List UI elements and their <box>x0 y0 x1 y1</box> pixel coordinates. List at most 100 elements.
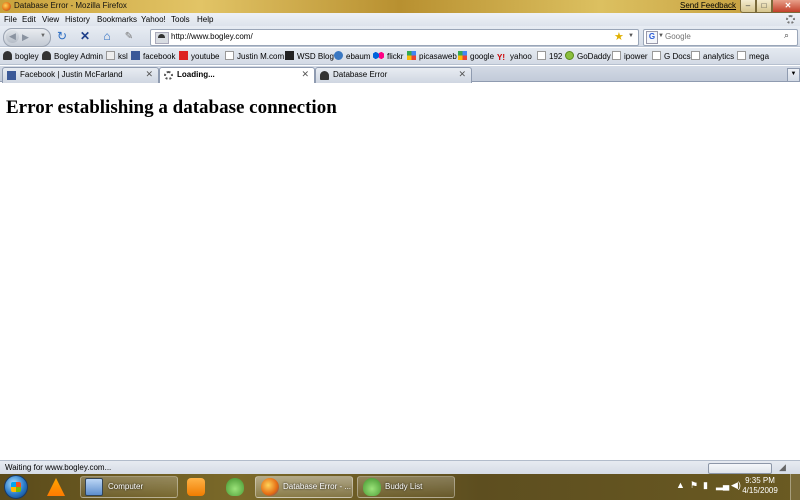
tab-facebook[interactable]: Facebook | Justin McFarland ✕ <box>2 67 159 83</box>
back-button[interactable]: ◀ <box>6 30 19 43</box>
facebook-icon <box>131 51 140 60</box>
tab-strip: Facebook | Justin McFarland ✕ Loading...… <box>0 66 800 84</box>
menu-yahoo[interactable]: Yahoo! <box>141 15 166 24</box>
bookmark-yahoo[interactable]: Y! yahoo <box>497 51 532 62</box>
history-dropdown-icon[interactable]: ▼ <box>40 33 46 39</box>
navigation-toolbar: ◀ ▶ ▼ ↻ ✕ ⌂ ✎ ★ ▼ G ▼ ⌕ <box>0 26 800 47</box>
bookmark-g-docs[interactable]: G Docs <box>652 51 691 62</box>
window-title: Database Error - Mozilla Firefox <box>14 1 127 10</box>
send-feedback-link[interactable]: Send Feedback <box>680 1 736 10</box>
bogley-icon <box>3 51 12 60</box>
minimize-button[interactable]: – <box>740 0 756 13</box>
show-hidden-icons[interactable]: ▲ <box>676 480 685 490</box>
bookmark-analytics[interactable]: analytics <box>691 51 734 62</box>
loading-throbber-icon <box>786 15 795 24</box>
bookmark-flickr[interactable]: flickr <box>373 51 403 62</box>
pidgin-icon <box>363 478 381 496</box>
url-input[interactable] <box>171 30 591 43</box>
firefox-icon <box>261 478 279 496</box>
search-input[interactable] <box>665 30 775 43</box>
taskbar-computer[interactable]: Computer <box>80 476 178 498</box>
tab-database-error[interactable]: Database Error ✕ <box>315 67 472 83</box>
close-tab-icon[interactable]: ✕ <box>301 69 309 80</box>
youtube-icon <box>179 51 188 60</box>
resize-grip-icon[interactable]: ◢ <box>779 462 786 473</box>
close-tab-icon[interactable]: ✕ <box>458 69 466 80</box>
page-icon <box>225 51 234 60</box>
menu-bookmarks[interactable]: Bookmarks <box>97 15 137 24</box>
menu-edit[interactable]: Edit <box>22 15 36 24</box>
pidgin-icon[interactable] <box>226 478 244 496</box>
clock-time: 9:35 PM <box>745 476 775 485</box>
bookmark-bogley[interactable]: bogley <box>3 51 39 62</box>
network-icon[interactable]: ▂▄ <box>716 480 729 491</box>
reload-icon[interactable]: ↻ <box>55 30 69 44</box>
back-forward-group: ◀ ▶ ▼ <box>3 28 51 47</box>
facebook-icon <box>7 71 16 80</box>
search-icon[interactable]: ⌕ <box>784 30 789 41</box>
window-title-bar: Database Error - Mozilla Firefox Send Fe… <box>0 0 800 13</box>
search-engine-dropdown-icon[interactable]: ▼ <box>658 33 664 39</box>
start-button[interactable] <box>4 475 28 499</box>
show-desktop-button[interactable] <box>790 474 800 500</box>
computer-icon <box>85 478 103 496</box>
site-identity-icon[interactable] <box>155 32 169 44</box>
url-dropdown-icon[interactable]: ▼ <box>628 33 634 39</box>
tab-loading[interactable]: Loading... ✕ <box>159 67 315 84</box>
close-window-button[interactable]: ✕ <box>772 0 800 13</box>
bookmarks-toolbar: bogley Bogley Admin ksl facebook youtube… <box>0 48 800 65</box>
wsd-blog-icon <box>285 51 294 60</box>
windows-taskbar: Computer Database Error - ... Buddy List… <box>0 474 800 500</box>
search-bar[interactable]: G ▼ ⌕ <box>643 29 798 46</box>
bookmark-google[interactable]: google <box>458 51 494 62</box>
bookmark-picasaweb[interactable]: picasaweb <box>407 51 457 62</box>
close-tab-icon[interactable]: ✕ <box>145 69 153 80</box>
taskbar-firefox[interactable]: Database Error - ... <box>255 476 353 498</box>
bookmark-bogley-admin[interactable]: Bogley Admin <box>42 51 103 62</box>
home-icon[interactable]: ⌂ <box>100 30 114 44</box>
stop-icon[interactable]: ✕ <box>78 30 92 44</box>
addon-icon[interactable]: ✎ <box>122 30 136 44</box>
google-engine-icon[interactable]: G <box>646 31 658 44</box>
menu-file[interactable]: File <box>4 15 17 24</box>
menu-history[interactable]: History <box>65 15 90 24</box>
bookmark-wsd-blog[interactable]: WSD Blog <box>285 51 334 62</box>
bookmark-ipower[interactable]: ipower <box>612 51 648 62</box>
list-all-tabs-button[interactable]: ▼ <box>787 68 800 82</box>
status-bar: Waiting for www.bogley.com... ◢ <box>0 460 800 474</box>
loading-progress-bar <box>708 463 772 474</box>
godaddy-icon <box>565 51 574 60</box>
status-text: Waiting for www.bogley.com... <box>5 463 112 472</box>
error-heading: Error establishing a database connection <box>6 97 337 118</box>
bookmark-ebaum[interactable]: ebaum <box>334 51 370 62</box>
bookmark-godaddy[interactable]: GoDaddy <box>565 51 611 62</box>
url-bar[interactable]: ★ ▼ <box>150 29 639 46</box>
flag-icon[interactable]: ⚑ <box>690 480 698 491</box>
clock-date: 4/15/2009 <box>742 486 778 495</box>
page-content: Error establishing a database connection <box>0 83 800 460</box>
bookmark-ksl[interactable]: ksl <box>106 51 128 62</box>
bookmark-192[interactable]: 192 <box>537 51 562 62</box>
forward-button[interactable]: ▶ <box>22 32 29 43</box>
taskbar-buddy-list[interactable]: Buddy List <box>357 476 455 498</box>
loading-spinner-icon <box>164 71 173 80</box>
bookmark-justin-m[interactable]: Justin M.com <box>225 51 284 62</box>
system-clock[interactable]: 9:35 PM 4/15/2009 <box>740 476 780 496</box>
menu-tools[interactable]: Tools <box>171 15 190 24</box>
page-icon <box>737 51 746 60</box>
window-controls: – □ ✕ <box>740 0 800 13</box>
media-player-icon[interactable] <box>187 478 205 496</box>
bogley-admin-icon <box>42 51 51 60</box>
picasaweb-icon <box>407 51 416 60</box>
menu-view[interactable]: View <box>42 15 59 24</box>
maximize-button[interactable]: □ <box>756 0 772 13</box>
bookmark-youtube[interactable]: youtube <box>179 51 219 62</box>
bookmark-star-icon[interactable]: ★ <box>614 30 624 43</box>
bogley-icon <box>320 71 329 80</box>
vlc-icon[interactable] <box>47 478 65 496</box>
menu-help[interactable]: Help <box>197 15 213 24</box>
battery-icon[interactable]: ▮ <box>703 480 708 491</box>
bookmark-facebook[interactable]: facebook <box>131 51 175 62</box>
bookmark-mega[interactable]: mega <box>737 51 769 62</box>
firefox-icon <box>2 2 11 11</box>
